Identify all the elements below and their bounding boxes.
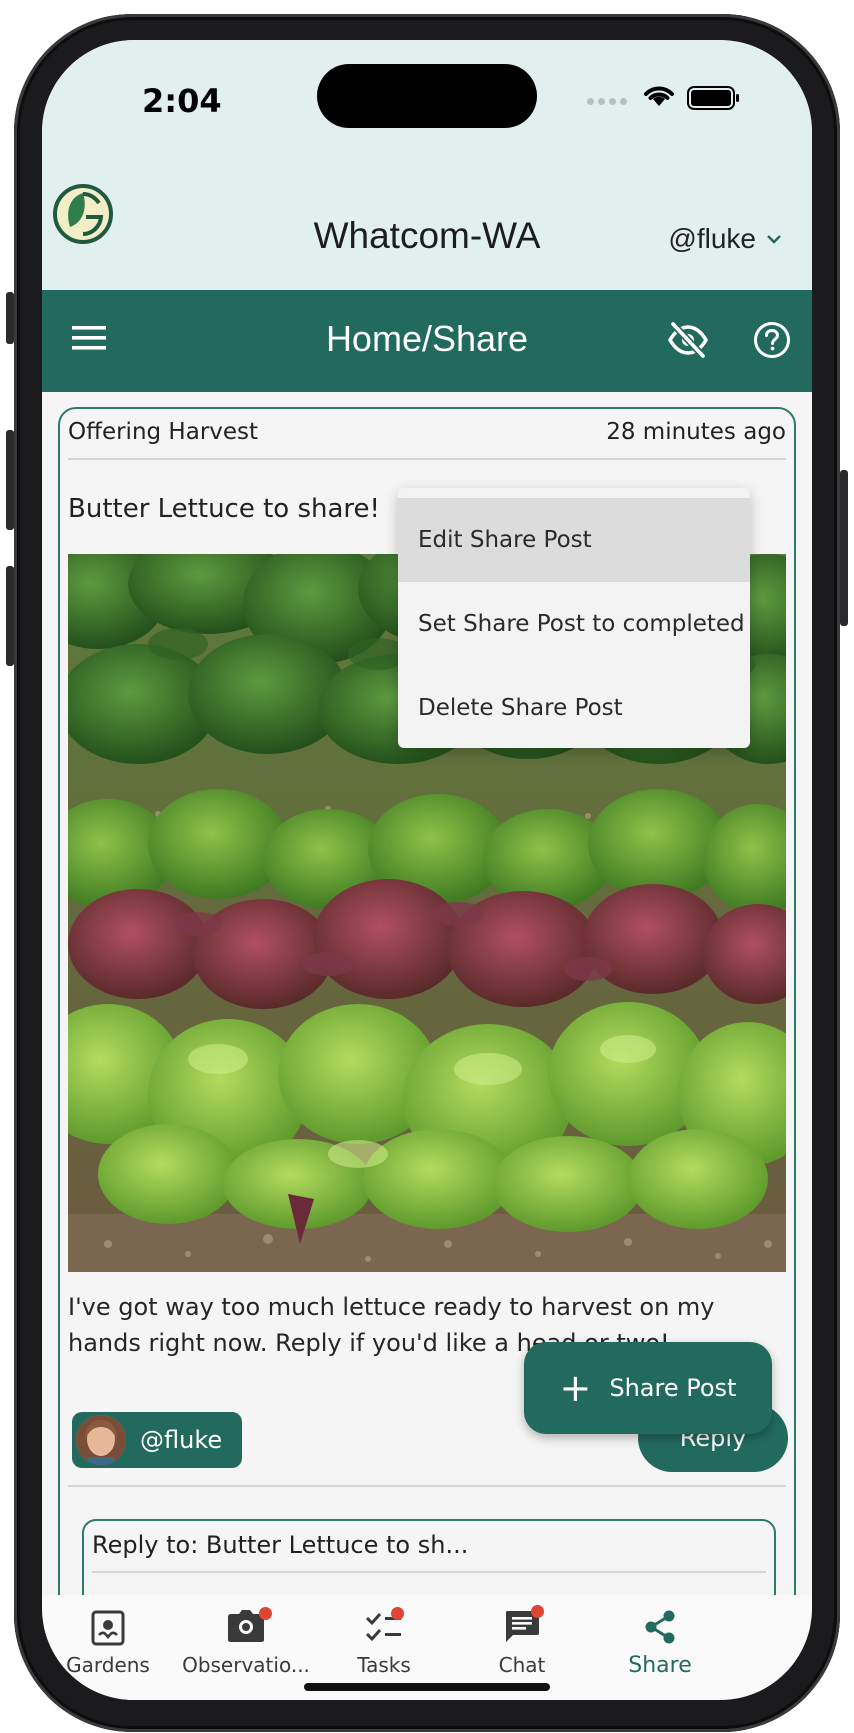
app-header: Whatcom-WA @fluke xyxy=(42,175,812,290)
status-bar: 2:04 xyxy=(42,40,812,175)
toolbar: Home/Share xyxy=(42,290,812,392)
post-header: Offering Harvest 28 minutes ago xyxy=(68,419,786,445)
reply-card-divider xyxy=(92,1571,766,1573)
tasks-badge xyxy=(391,1607,404,1620)
mute-switch xyxy=(6,292,14,344)
nav-share-label: Share xyxy=(628,1653,692,1678)
volume-down-button xyxy=(6,566,14,666)
post-divider xyxy=(68,458,786,460)
reply-title: Reply to: Butter Lettuce to sh... xyxy=(92,1531,469,1559)
cellular-signal-icon xyxy=(587,98,627,105)
edit-share-post-item[interactable]: Edit Share Post xyxy=(398,498,750,582)
screen: 2:04 Whatcom-WA @fluke Home/Share Offeri… xyxy=(42,40,812,1700)
wifi-icon xyxy=(644,86,674,106)
chevron-down-icon xyxy=(767,235,781,244)
nav-gardens-label: Gardens xyxy=(66,1653,150,1677)
garden-icon xyxy=(91,1610,125,1646)
post-title: Butter Lettuce to share! xyxy=(68,494,380,524)
avatar xyxy=(76,1415,126,1465)
share-post-fab[interactable]: + Share Post xyxy=(524,1342,772,1434)
volume-up-button xyxy=(6,430,14,530)
reply-divider xyxy=(68,1485,786,1487)
nav-tasks-label: Tasks xyxy=(357,1653,411,1677)
complete-share-post-item[interactable]: Set Share Post to completed xyxy=(398,582,750,666)
plus-icon: + xyxy=(559,1366,592,1410)
nav-tasks[interactable]: Tasks xyxy=(309,1607,459,1677)
nav-chat[interactable]: Chat xyxy=(447,1605,597,1677)
author-chip[interactable]: @fluke xyxy=(72,1412,243,1468)
power-button xyxy=(840,470,848,626)
nav-share[interactable]: Share xyxy=(585,1609,735,1678)
help-icon[interactable] xyxy=(752,320,792,360)
username-label: @fluke xyxy=(668,223,756,254)
post-time: 28 minutes ago xyxy=(606,419,786,445)
chat-badge xyxy=(531,1605,544,1618)
visibility-off-icon[interactable] xyxy=(667,320,709,360)
nav-gardens[interactable]: Gardens xyxy=(42,1609,183,1677)
delete-share-post-item[interactable]: Delete Share Post xyxy=(398,666,750,750)
observations-badge xyxy=(259,1607,272,1620)
nav-observations-label: Observatio... xyxy=(182,1653,310,1677)
user-menu-dropdown[interactable]: @fluke xyxy=(668,223,782,255)
nav-observations[interactable]: Observatio... xyxy=(171,1607,321,1677)
post-options-menu: Edit Share Post Set Share Post to comple… xyxy=(398,488,750,748)
fab-label: Share Post xyxy=(609,1374,737,1402)
post-type: Offering Harvest xyxy=(68,419,259,445)
battery-icon xyxy=(687,86,739,110)
author-username: @fluke xyxy=(140,1426,223,1454)
status-time: 2:04 xyxy=(142,82,222,120)
nav-chat-label: Chat xyxy=(498,1653,546,1677)
share-icon xyxy=(645,1610,675,1644)
dynamic-island xyxy=(317,64,537,128)
home-indicator[interactable] xyxy=(304,1683,550,1691)
reply-card[interactable]: Reply to: Butter Lettuce to sh... xyxy=(82,1519,776,1595)
